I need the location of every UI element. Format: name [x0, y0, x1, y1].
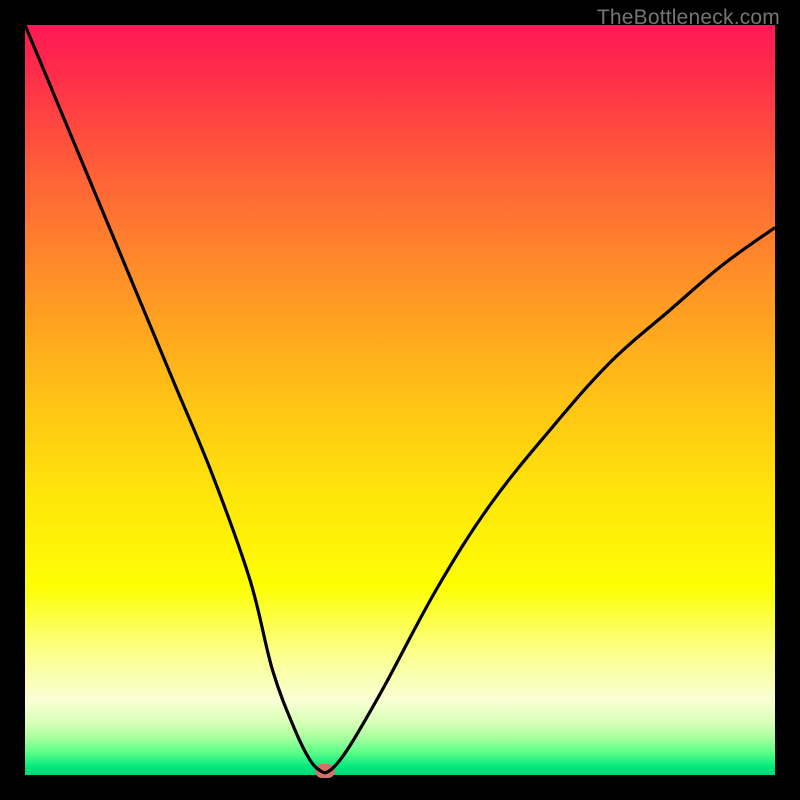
watermark-text: TheBottleneck.com	[597, 6, 780, 30]
bottleneck-chart	[25, 25, 775, 775]
bottleneck-curve-line	[25, 25, 775, 773]
